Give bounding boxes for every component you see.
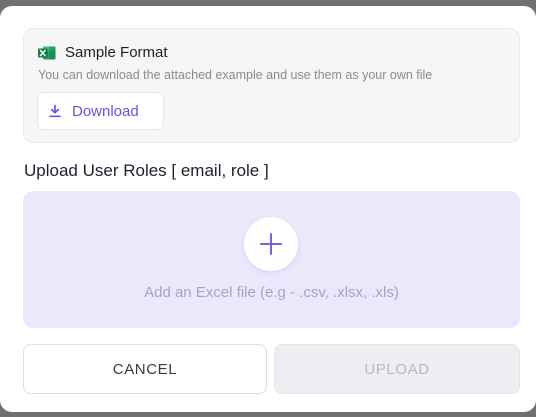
sample-format-title: Sample Format — [65, 44, 168, 61]
dropzone-hint: Add an Excel file (e.g - .csv, .xlsx, .x… — [144, 284, 399, 301]
upload-button[interactable]: UPLOAD — [274, 344, 520, 394]
add-file-button[interactable] — [244, 217, 298, 271]
download-icon — [49, 104, 61, 118]
upload-section-label: Upload User Roles [ email, role ] — [24, 161, 269, 180]
file-dropzone[interactable]: Add an Excel file (e.g - .csv, .xlsx, .x… — [23, 191, 520, 328]
sample-format-description: You can download the attached example an… — [38, 68, 433, 82]
sample-format-header: Sample Format — [38, 44, 168, 61]
upload-roles-modal: Sample Format You can download the attac… — [0, 6, 536, 412]
excel-icon — [38, 46, 56, 59]
plus-icon — [260, 233, 282, 255]
sample-format-card: Sample Format You can download the attac… — [23, 28, 520, 143]
download-button[interactable]: Download — [37, 92, 164, 130]
download-button-label: Download — [72, 102, 139, 120]
cancel-button[interactable]: CANCEL — [23, 344, 267, 394]
